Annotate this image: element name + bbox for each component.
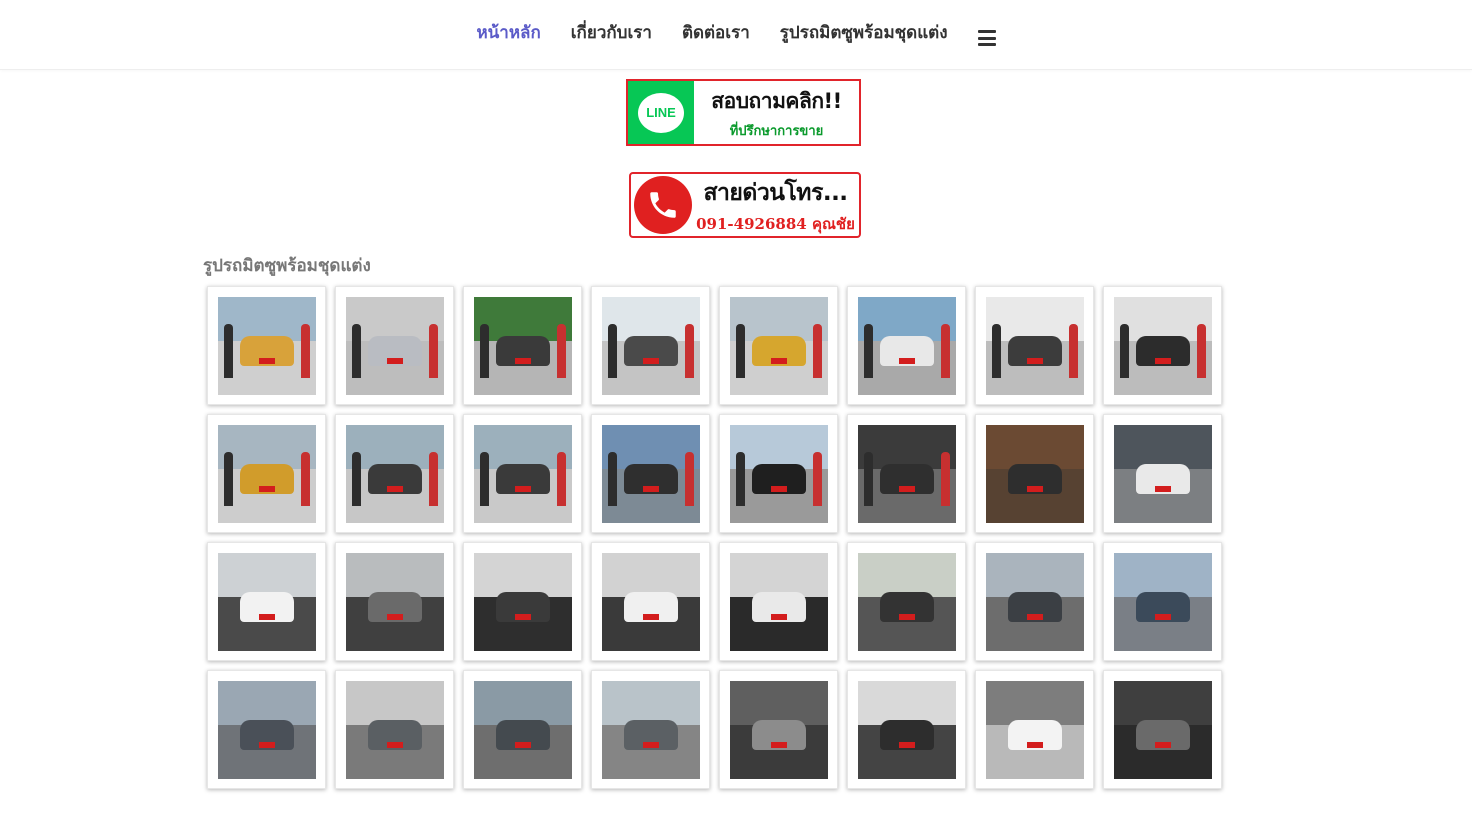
car-photo xyxy=(858,425,956,523)
car-photo xyxy=(474,425,572,523)
hotline-text: สายด่วนโทร... 091-4926884 คุณชัย xyxy=(692,175,859,236)
gallery-thumbnail[interactable] xyxy=(591,286,710,405)
gallery-thumbnail[interactable] xyxy=(207,286,326,405)
gallery-thumbnail[interactable] xyxy=(591,670,710,789)
gallery-thumbnail[interactable] xyxy=(847,286,966,405)
car-photo xyxy=(346,553,444,651)
gallery-thumbnail[interactable] xyxy=(335,414,454,533)
car-photo xyxy=(346,425,444,523)
car-photo xyxy=(730,681,828,779)
gallery-thumbnail[interactable] xyxy=(719,286,838,405)
gallery-thumbnail[interactable] xyxy=(463,286,582,405)
car-photo xyxy=(1114,553,1212,651)
car-photo xyxy=(986,553,1084,651)
photo-gallery xyxy=(207,286,1227,789)
gallery-thumbnail[interactable] xyxy=(207,414,326,533)
car-photo xyxy=(218,425,316,523)
nav-item-about[interactable]: เกี่ยวกับเรา xyxy=(571,23,652,43)
car-photo xyxy=(218,297,316,395)
car-photo xyxy=(730,553,828,651)
line-banner-text: สอบถามคลิก!! ที่ปรึกษาการขาย xyxy=(694,81,859,144)
car-photo xyxy=(858,681,956,779)
car-photo xyxy=(474,681,572,779)
car-photo xyxy=(602,297,700,395)
top-navigation: หน้าหลัก เกี่ยวกับเรา ติดต่อเรา รูปรถมิต… xyxy=(0,0,1472,70)
car-photo xyxy=(986,297,1084,395)
car-photo xyxy=(1114,425,1212,523)
car-photo xyxy=(986,681,1084,779)
gallery-thumbnail[interactable] xyxy=(719,414,838,533)
hotline-number: 091-4926884 คุณชัย xyxy=(696,214,855,233)
car-photo xyxy=(474,297,572,395)
car-photo xyxy=(218,681,316,779)
gallery-thumbnail[interactable] xyxy=(975,414,1094,533)
gallery-thumbnail[interactable] xyxy=(463,542,582,661)
nav-item-gallery[interactable]: รูปรถมิตซูพร้อมชุดแต่ง xyxy=(780,23,948,43)
nav-item-contact[interactable]: ติดต่อเรา xyxy=(682,23,750,43)
phone-icon xyxy=(634,176,692,234)
line-logo-text: LINE xyxy=(638,92,684,133)
car-photo xyxy=(858,297,956,395)
gallery-thumbnail[interactable] xyxy=(975,286,1094,405)
car-photo xyxy=(602,553,700,651)
car-photo xyxy=(602,681,700,779)
gallery-thumbnail[interactable] xyxy=(463,414,582,533)
gallery-thumbnail[interactable] xyxy=(1103,286,1222,405)
gallery-thumbnail[interactable] xyxy=(847,670,966,789)
line-logo-icon: LINE xyxy=(628,81,694,144)
hotline-call-banner[interactable]: สายด่วนโทร... 091-4926884 คุณชัย xyxy=(629,172,861,238)
gallery-thumbnail[interactable] xyxy=(1103,542,1222,661)
line-banner-sub: ที่ปรึกษาการขาย xyxy=(729,123,824,139)
gallery-thumbnail[interactable] xyxy=(591,542,710,661)
car-photo xyxy=(346,297,444,395)
car-photo xyxy=(730,297,828,395)
gallery-thumbnail[interactable] xyxy=(463,670,582,789)
gallery-thumbnail[interactable] xyxy=(335,670,454,789)
gallery-thumbnail[interactable] xyxy=(207,670,326,789)
car-photo xyxy=(858,553,956,651)
gallery-thumbnail[interactable] xyxy=(847,542,966,661)
gallery-thumbnail[interactable] xyxy=(335,286,454,405)
gallery-thumbnail[interactable] xyxy=(719,670,838,789)
gallery-thumbnail[interactable] xyxy=(591,414,710,533)
car-photo xyxy=(986,425,1084,523)
car-photo xyxy=(218,553,316,651)
gallery-thumbnail[interactable] xyxy=(719,542,838,661)
car-photo xyxy=(1114,297,1212,395)
car-photo xyxy=(730,425,828,523)
gallery-thumbnail[interactable] xyxy=(335,542,454,661)
line-banner-main: สอบถามคลิก!! xyxy=(711,88,842,113)
gallery-title: รูปรถมิตซูพร้อมชุดแต่ง xyxy=(203,256,371,276)
gallery-thumbnail[interactable] xyxy=(1103,414,1222,533)
gallery-thumbnail[interactable] xyxy=(207,542,326,661)
car-photo xyxy=(474,553,572,651)
line-contact-banner[interactable]: LINE สอบถามคลิก!! ที่ปรึกษาการขาย xyxy=(626,79,861,146)
car-photo xyxy=(1114,681,1212,779)
gallery-thumbnail[interactable] xyxy=(975,670,1094,789)
hotline-main: สายด่วนโทร... xyxy=(703,179,848,206)
gallery-thumbnail[interactable] xyxy=(847,414,966,533)
hamburger-menu-icon[interactable] xyxy=(977,30,996,46)
car-photo xyxy=(346,681,444,779)
nav-item-home[interactable]: หน้าหลัก xyxy=(476,23,540,43)
gallery-thumbnail[interactable] xyxy=(1103,670,1222,789)
nav-menu: หน้าหลัก เกี่ยวกับเรา ติดต่อเรา รูปรถมิต… xyxy=(0,0,1472,64)
gallery-thumbnail[interactable] xyxy=(975,542,1094,661)
car-photo xyxy=(602,425,700,523)
